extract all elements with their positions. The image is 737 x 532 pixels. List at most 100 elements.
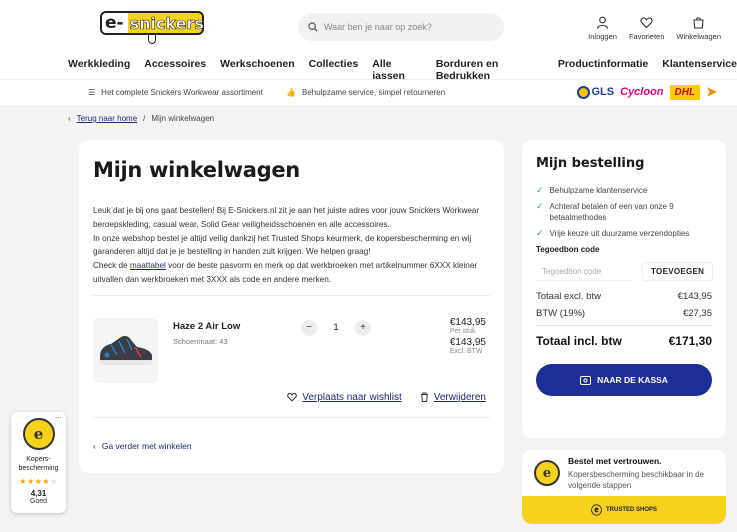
logo-wordmark: snickers: [129, 13, 204, 33]
checkout-label: NAAR DE KASSA: [597, 375, 668, 385]
breadcrumb-current: Mijn winkelwagen: [151, 114, 215, 123]
price-excl-vat: €143,95: [449, 336, 486, 348]
shoe-icon: [99, 336, 152, 366]
usp-service-text: Behulpzame service, simpel retourneren: [301, 88, 446, 97]
product-size: Schoenmaat: 43: [173, 336, 228, 346]
thumbs-up-icon: 👍: [286, 88, 296, 97]
trust-card: e Bestel met vertrouwen. Kopersbeschermi…: [522, 450, 726, 524]
total-row: Totaal incl. btw €171,30: [536, 325, 712, 348]
favorites-link[interactable]: Favorieten: [629, 16, 664, 41]
intro-paragraph-1: Leuk dat je bij ons gaat bestellen! Bij …: [93, 206, 480, 229]
favorites-label: Favorieten: [628, 32, 665, 41]
trusted-shops-bar[interactable]: ⓔ TRUSTED SHOPS: [522, 496, 726, 524]
cart-item: Haze 2 Air Low Schoenmaat: 43 − 1 + €143…: [93, 304, 490, 409]
trusted-shops-label: TRUSTED SHOPS: [605, 507, 657, 513]
check-icon: ✓: [536, 228, 544, 238]
chevron-left-icon: ‹: [68, 114, 71, 123]
trash-icon: [420, 392, 428, 403]
cart-card: Mijn winkelwagen Leuk dat je bij ons gaa…: [79, 140, 504, 473]
coupon-title: Tegoedbon code: [536, 245, 600, 254]
benefit-item: ✓ Achteraf betalen of een van onze 9 beta…: [536, 201, 674, 222]
trusted-shops-seal-icon: e: [22, 418, 55, 450]
checkout-button[interactable]: NAAR DE KASSA: [536, 364, 712, 396]
intro-paragraph-3: Check de maattabel voor de beste pasvorm…: [93, 261, 478, 284]
back-home-link[interactable]: Terug naar home: [77, 114, 137, 123]
usp-strip: ☰ Het complete Snickers Workwear assorti…: [0, 79, 737, 105]
price-column: €143,95 Per stuk €143,95 Excl. BTW: [450, 317, 486, 357]
breadcrumb: ‹ Terug naar home / Mijn winkelwagen: [68, 114, 214, 123]
decrease-quantity-button[interactable]: −: [301, 319, 317, 336]
breadcrumb-separator: /: [143, 114, 146, 123]
site-header: e- snickers Inloggen Favorieten Winkelwa…: [0, 0, 737, 82]
logo-letter: e-: [102, 13, 128, 33]
usp-service: 👍 Behulpzame service, simpel retourneren: [286, 88, 445, 97]
wallet-icon: [580, 375, 592, 385]
size-chart-link[interactable]: maattabel: [130, 261, 166, 270]
order-totals: Totaal excl. btw €143,95 BTW (19%) €27,35 …: [536, 291, 712, 348]
rating-stars-icon: ★★★★★: [19, 477, 58, 486]
rating-score: 4,31: [30, 489, 47, 498]
list-icon: ☰: [88, 88, 96, 97]
chevron-left-icon: ‹: [93, 441, 96, 451]
search-input[interactable]: [324, 22, 494, 32]
benefits-list: ✓ Behulpzame klantenservice ✓ Achteraf bet…: [536, 185, 712, 239]
usp-assortment-text: Het complete Snickers Workwear assortime…: [101, 88, 263, 97]
check-icon: ✓: [536, 185, 544, 195]
product-name[interactable]: Haze 2 Air Low: [173, 321, 240, 332]
usp-assortment: ☰ Het complete Snickers Workwear assorti…: [88, 88, 263, 97]
quantity-stepper: − 1 +: [301, 317, 371, 339]
cart-link[interactable]: Winkelwagen: [676, 16, 721, 41]
user-icon: [597, 16, 609, 29]
cart-intro: Leuk dat je bij ons gaat bestellen! Bij …: [93, 204, 490, 287]
price-each: €143,95: [449, 316, 486, 328]
coupon-form: TOEVOEGEN: [536, 262, 714, 281]
benefit-item: ✓ Vrije keuze uit duurzame verzendopties: [536, 228, 690, 238]
move-to-wishlist-link[interactable]: Verplaats naar wishlist: [287, 392, 402, 403]
more-icon[interactable]: ⋯: [55, 414, 62, 422]
site-logo[interactable]: e- snickers: [100, 11, 204, 35]
per-unit-label: Per stuk: [449, 327, 476, 335]
bag-icon: [693, 17, 704, 29]
trust-text: Kopersbescherming beschikbaar in de volg…: [568, 470, 705, 490]
add-coupon-button[interactable]: TOEVOEGEN: [642, 262, 714, 281]
search-icon: [308, 22, 318, 32]
rating-grade: Goed: [29, 498, 48, 505]
trusted-shops-badge[interactable]: ⋯ e Kopers-bescherming ★★★★★ 4,31 Goed: [11, 412, 66, 513]
trusted-shops-mark-icon: ⓔ: [590, 505, 602, 517]
badge-label: Kopers-bescherming: [18, 456, 59, 472]
excl-vat-label: Excl. BTW: [449, 347, 483, 355]
wishlist-label: Verplaats naar wishlist: [302, 391, 402, 403]
continue-label: Ga verder met winkelen: [101, 441, 192, 451]
cycloon-logo: Cycloon: [620, 86, 664, 98]
product-image[interactable]: [93, 317, 158, 383]
continue-shopping-link[interactable]: ‹ Ga verder met winkelen: [93, 441, 192, 451]
carrier-logos: GLS Cycloon DHL ➤: [576, 84, 717, 100]
remove-item-link[interactable]: Verwijderen: [420, 392, 486, 403]
subtotal-row: Totaal excl. btw €143,95: [536, 291, 712, 302]
trusted-shops-seal-icon: e: [534, 460, 560, 486]
header-actions: Inloggen Favorieten Winkelwagen: [588, 16, 721, 41]
quantity-value[interactable]: 1: [333, 322, 338, 333]
benefit-item: ✓ Behulpzame klantenservice: [536, 185, 648, 195]
page-title: Mijn winkelwagen: [93, 158, 300, 182]
postnl-logo: ➤: [706, 84, 717, 99]
login-link[interactable]: Inloggen: [588, 16, 617, 41]
login-label: Inloggen: [588, 32, 617, 41]
divider: [93, 416, 490, 418]
divider: [93, 294, 490, 296]
remove-label: Verwijderen: [433, 391, 486, 403]
trust-title: Bestel met vertrouwen.: [568, 456, 662, 466]
item-actions: Verplaats naar wishlist Verwijderen: [287, 392, 486, 403]
order-summary-title: Mijn bestelling: [536, 156, 645, 171]
coupon-input[interactable]: [536, 262, 632, 281]
heart-icon: [287, 393, 297, 402]
order-summary-card: Mijn bestelling ✓ Behulpzame klantenservi…: [522, 140, 726, 438]
cart-label: Winkelwagen: [676, 32, 721, 41]
vat-row: BTW (19%) €27,35: [536, 308, 712, 319]
heart-icon: [640, 17, 653, 29]
increase-quantity-button[interactable]: +: [354, 319, 371, 336]
dhl-logo: DHL: [669, 84, 701, 100]
logo-hook-icon: [148, 33, 156, 44]
intro-paragraph-2: In onze webshop bestel je altijd veilig …: [93, 233, 472, 257]
search-bar[interactable]: [298, 13, 504, 41]
